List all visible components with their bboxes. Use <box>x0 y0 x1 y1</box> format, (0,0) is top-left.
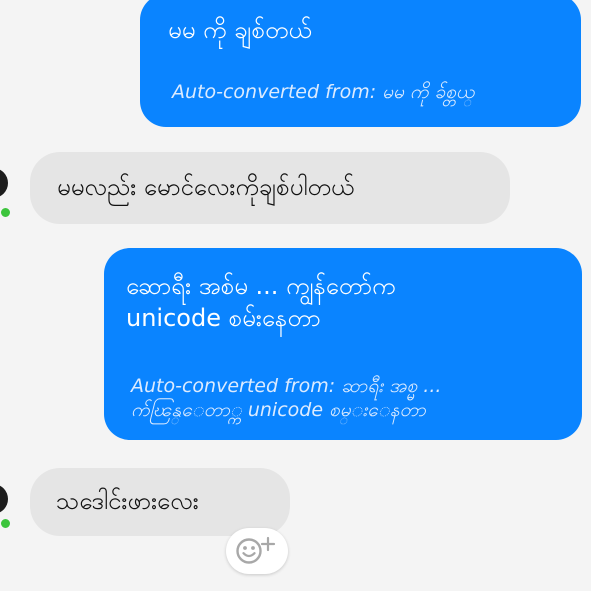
auto-converted-label: Auto-converted from: <box>131 375 342 397</box>
received-message-bubble[interactable]: သဒေါင်းဖားလေး <box>30 468 290 536</box>
contact-avatar[interactable] <box>0 168 8 198</box>
chat-thread: မမ ကို ချစ်တယ် Auto-converted from: မမ က… <box>0 0 591 591</box>
add-reaction-smiley-icon <box>236 536 276 564</box>
sent-message-bubble[interactable]: မမ ကို ချစ်တယ် Auto-converted from: မမ က… <box>140 0 581 127</box>
message-text: မမ ကို ချစ်တယ် <box>168 16 312 44</box>
auto-converted-note: Auto-converted from: ဆာရီး အစ္မ ... က်ၽြ… <box>131 374 441 422</box>
online-status-dot <box>0 207 11 218</box>
auto-converted-source-text: မမ ကို ခ်စ္တယ္ <box>382 81 475 103</box>
received-message-bubble[interactable]: မမလည်း မောင်လေးကိုချစ်ပါတယ် <box>30 152 510 224</box>
contact-avatar[interactable] <box>0 484 8 514</box>
online-status-dot <box>0 518 11 529</box>
add-reaction-button[interactable] <box>226 528 288 574</box>
auto-converted-label: Auto-converted from: <box>172 81 383 103</box>
message-text: မမလည်း မောင်လေးကိုချစ်ပါတယ် <box>57 173 355 201</box>
auto-converted-note: Auto-converted from: မမ ကို ခ်စ္တယ္ <box>172 80 474 104</box>
sent-message-bubble[interactable]: ဆောရီး အစ်မ ... ကျွန်တော်က unicode စမ်းန… <box>104 248 582 440</box>
message-text: ဆောရီး အစ်မ ... ကျွန်တော်က unicode စမ်းန… <box>126 272 396 332</box>
message-text: သဒေါင်းဖားလေး <box>56 487 199 515</box>
